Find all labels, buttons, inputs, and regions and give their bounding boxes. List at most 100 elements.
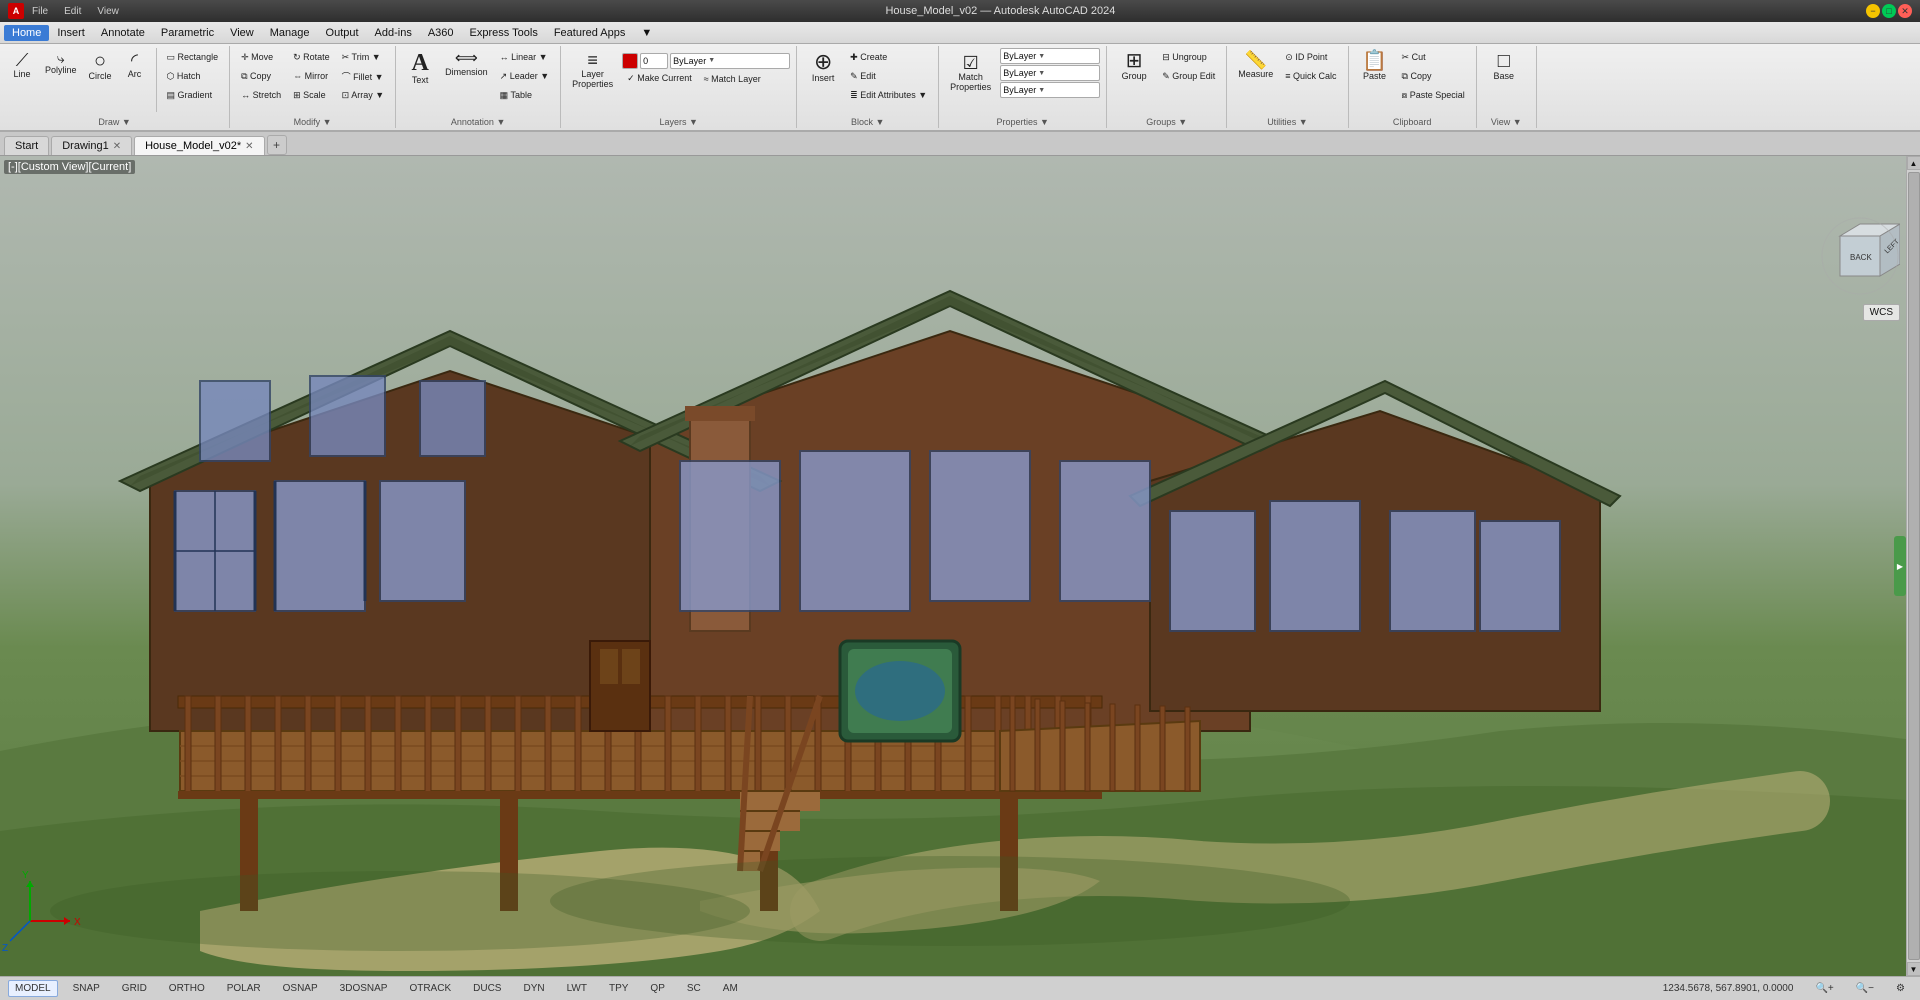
viewcube[interactable]: BACK LEFT: [1820, 216, 1900, 296]
wcs-label[interactable]: WCS: [1863, 304, 1900, 321]
status-grid[interactable]: GRID: [115, 980, 154, 997]
btn-linear[interactable]: ↔ Linear ▼: [495, 48, 554, 66]
menu-a360[interactable]: A360: [420, 25, 462, 41]
btn-measure[interactable]: 📏 Measure: [1233, 48, 1278, 83]
btn-create[interactable]: ✚ Create: [845, 48, 932, 66]
btn-arc[interactable]: ◜ Arc: [119, 48, 151, 83]
btn-dimension[interactable]: ⟺ Dimension: [440, 48, 493, 81]
status-zoom-out[interactable]: 🔍−: [1849, 980, 1881, 997]
menu-home[interactable]: Home: [4, 25, 49, 41]
btn-match-properties[interactable]: ☑ MatchProperties: [945, 51, 996, 96]
menu-more[interactable]: ▼: [633, 25, 660, 41]
btn-leader[interactable]: ↗ Leader ▼: [495, 67, 554, 85]
status-snap[interactable]: SNAP: [66, 980, 107, 997]
side-panel-button[interactable]: ▶: [1894, 536, 1906, 596]
layer-num-combo[interactable]: 0: [640, 53, 668, 69]
btn-cut[interactable]: ✂ Cut: [1397, 48, 1470, 66]
btn-edit-attributes[interactable]: ≣ Edit Attributes ▼: [845, 86, 932, 104]
menu-parametric[interactable]: Parametric: [153, 25, 222, 41]
btn-array[interactable]: ⊡ Array ▼: [337, 86, 389, 104]
new-tab-button[interactable]: +: [267, 135, 287, 155]
scroll-thumb[interactable]: [1908, 172, 1920, 960]
status-ortho[interactable]: ORTHO: [162, 980, 212, 997]
status-qp[interactable]: QP: [643, 980, 671, 997]
status-settings[interactable]: ⚙: [1889, 980, 1912, 997]
btn-table[interactable]: ▦ Table: [495, 86, 554, 104]
properties-bylayer-combo[interactable]: ByLayer ▼: [1000, 48, 1100, 64]
btn-match-layer[interactable]: ≈ Match Layer: [699, 70, 766, 88]
tab-house-model-close[interactable]: ✕: [245, 141, 253, 152]
status-model[interactable]: MODEL: [8, 980, 58, 997]
btn-copy[interactable]: ⧉ Copy: [236, 67, 286, 85]
btn-edit[interactable]: ✎ Edit: [845, 67, 932, 85]
btn-copy-clip[interactable]: ⧉ Copy: [1397, 67, 1470, 85]
tab-drawing1-close[interactable]: ✕: [113, 141, 121, 152]
btn-circle[interactable]: ○ Circle: [84, 48, 117, 85]
scroll-up-arrow[interactable]: ▲: [1907, 156, 1920, 170]
ribbon-group-clipboard: 📋 Paste ✂ Cut ⧉ Copy ⧇ Paste Special Cli…: [1349, 46, 1477, 128]
menu-manage[interactable]: Manage: [262, 25, 318, 41]
btn-gradient[interactable]: ▤ Gradient: [162, 86, 224, 104]
layer-color-combo[interactable]: [622, 53, 638, 69]
btn-group-edit[interactable]: ✎ Group Edit: [1157, 67, 1220, 85]
layer-name-combo[interactable]: ByLayer ▼: [670, 53, 790, 69]
btn-paste-special[interactable]: ⧇ Paste Special: [1397, 86, 1470, 104]
btn-make-current[interactable]: ✓ Make Current: [622, 70, 697, 88]
properties-lineweight-combo[interactable]: ByLayer ▼: [1000, 82, 1100, 98]
menu-annotate[interactable]: Annotate: [93, 25, 153, 41]
maximize-button[interactable]: □: [1882, 4, 1896, 18]
groups-label: Groups ▼: [1107, 117, 1226, 128]
btn-base-view[interactable]: □ Base: [1483, 48, 1525, 85]
status-tpy[interactable]: TPY: [602, 980, 635, 997]
btn-fillet[interactable]: ⌒ Fillet ▼: [337, 67, 389, 85]
btn-paste[interactable]: 📋 Paste: [1355, 48, 1395, 85]
status-3dosnap[interactable]: 3DOSNAP: [333, 980, 395, 997]
menu-output[interactable]: Output: [318, 25, 367, 41]
status-am[interactable]: AM: [716, 980, 745, 997]
viewport: X Y Z [-][Custom View][Current] BACK L: [0, 156, 1920, 976]
status-dyn[interactable]: DYN: [516, 980, 551, 997]
menu-express[interactable]: Express Tools: [462, 25, 546, 41]
tab-house-model[interactable]: House_Model_v02* ✕: [134, 136, 264, 155]
polyline-icon: ⤷: [57, 51, 65, 65]
btn-mirror[interactable]: ⇔ Mirror: [288, 67, 335, 85]
status-otrack[interactable]: OTRACK: [402, 980, 458, 997]
status-ducs[interactable]: DUCS: [466, 980, 508, 997]
btn-layer-properties[interactable]: ≡ LayerProperties: [567, 48, 618, 93]
btn-move[interactable]: ✛ Move: [236, 48, 286, 66]
btn-group[interactable]: ⊞ Group: [1113, 48, 1155, 85]
status-lwt[interactable]: LWT: [560, 980, 594, 997]
scroll-down-arrow[interactable]: ▼: [1907, 962, 1920, 976]
group-icon: ⊞: [1126, 51, 1143, 71]
menu-addins[interactable]: Add-ins: [367, 25, 420, 41]
menu-insert[interactable]: Insert: [49, 25, 93, 41]
btn-scale[interactable]: ⊞ Scale: [288, 86, 335, 104]
btn-rotate[interactable]: ↻ Rotate: [288, 48, 335, 66]
close-button[interactable]: ✕: [1898, 4, 1912, 18]
tab-drawing1[interactable]: Drawing1 ✕: [51, 136, 132, 155]
status-polar[interactable]: POLAR: [220, 980, 268, 997]
btn-ungroup[interactable]: ⊟ Ungroup: [1157, 48, 1220, 66]
annotation-col: ↔ Linear ▼ ↗ Leader ▼ ▦ Table: [495, 48, 554, 104]
tab-start[interactable]: Start: [4, 136, 49, 155]
btn-rectangle[interactable]: ▭ Rectangle: [162, 48, 224, 66]
properties-linetype-combo[interactable]: ByLayer ▼: [1000, 65, 1100, 81]
window-title: House_Model_v02 — Autodesk AutoCAD 2024: [135, 5, 1866, 17]
minimize-button[interactable]: −: [1866, 4, 1880, 18]
btn-id-point[interactable]: ⊙ ID Point: [1280, 48, 1341, 66]
btn-quick-calc[interactable]: ≡ Quick Calc: [1280, 67, 1341, 85]
menu-view[interactable]: View: [222, 25, 262, 41]
btn-stretch[interactable]: ↔ Stretch: [236, 86, 286, 104]
btn-polyline[interactable]: ⤷ Polyline: [40, 48, 82, 79]
btn-trim[interactable]: ✂ Trim ▼: [337, 48, 389, 66]
btn-text[interactable]: A Text: [402, 48, 438, 89]
btn-insert[interactable]: ⊕ Insert: [803, 48, 843, 87]
scrollbar-right[interactable]: ▲ ▼: [1906, 156, 1920, 976]
text-icon: A: [411, 51, 428, 75]
status-osnap[interactable]: OSNAP: [276, 980, 325, 997]
btn-hatch[interactable]: ⬡ Hatch: [162, 67, 224, 85]
menu-featured[interactable]: Featured Apps: [546, 25, 634, 41]
status-zoom-in[interactable]: 🔍+: [1808, 980, 1840, 997]
btn-line[interactable]: ⟋ Line: [6, 48, 38, 83]
status-sc[interactable]: SC: [680, 980, 708, 997]
